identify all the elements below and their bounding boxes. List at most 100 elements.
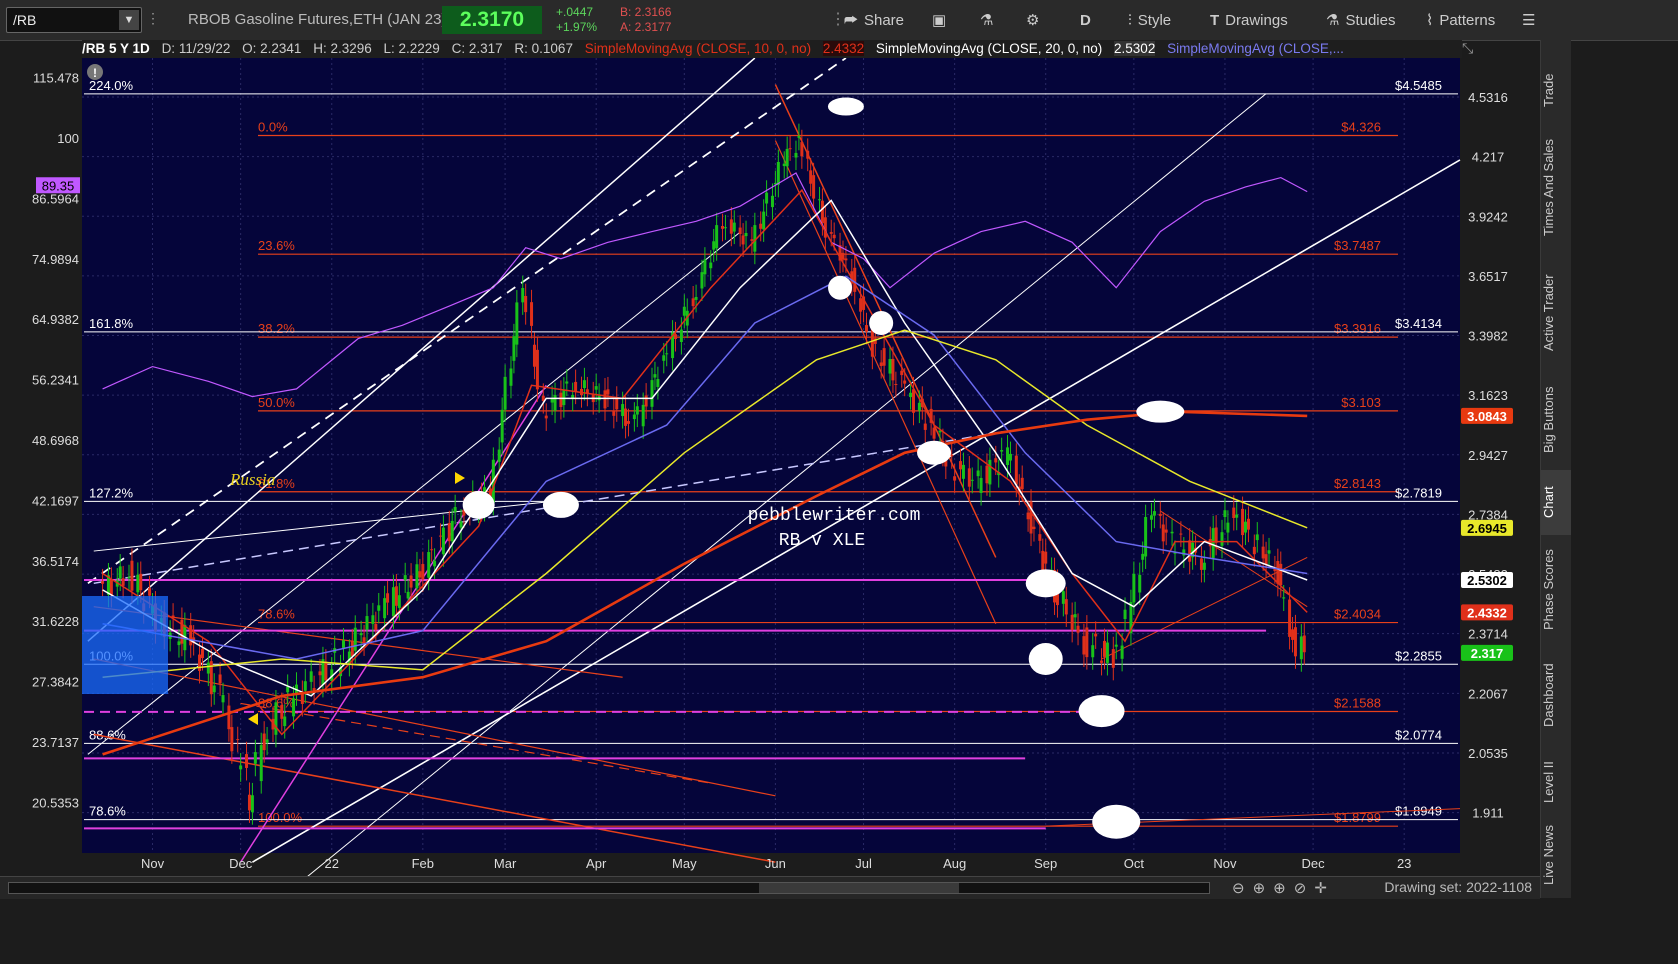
patterns-button[interactable]: ⌇ Patterns [1426,9,1495,31]
price-chart[interactable]: 0.0% $4.326 23.6% $3.7487 38.2% $3.3916 50.0% $… [0,58,1540,876]
right-tab-dashboard[interactable]: Dashboard [1541,645,1571,745]
last-price: 2.3170 [442,6,542,34]
candle-body [582,380,586,389]
menu-button[interactable]: ☰ [1522,9,1535,31]
candle-body [406,591,410,599]
candle-body [894,384,898,386]
left-axis-tick: 86.5964 [32,191,79,206]
candle-body [888,358,892,374]
candle-body [1158,513,1162,516]
right-tab-times-and-sales[interactable]: Times And Sales [1541,120,1571,255]
candle-body [259,745,263,782]
candle-body [397,595,401,608]
candle-body [1202,562,1206,570]
settings-button[interactable]: ⚙ [1026,9,1039,31]
fib-red-price: $4.326 [1341,119,1381,134]
candle-body [1073,614,1077,618]
collapse-icon[interactable]: ⤡ [1462,40,1473,57]
candle-body [864,325,868,332]
legend-high: H: 2.3296 [313,41,372,56]
candle-body [653,374,657,378]
fib-white-pct: 127.2% [89,485,134,500]
snapshot-button[interactable]: ▣ [932,9,946,31]
flask-button[interactable]: ⚗ [980,9,993,31]
candle-body [1244,521,1248,533]
candle-body [621,404,625,417]
zoom-controls[interactable]: ⊖⊕⊕⊘✛ [1232,879,1335,897]
fib-red-price: $3.7487 [1334,238,1381,253]
candle-body [682,306,686,316]
right-axis-tick: 2.3714 [1468,627,1508,642]
candle-body [1293,627,1297,657]
drawings-button[interactable]: T Drawings [1210,9,1288,31]
russia-annotation: Russia [229,470,275,489]
right-tab-level-ii[interactable]: Level II [1541,745,1571,820]
symbol-dropdown-icon[interactable]: ▼ [119,10,139,30]
candle-body [770,195,774,208]
candle-body [262,733,266,751]
patterns-icon: ⌇ [1426,12,1434,29]
fib-red-pct: 23.6% [258,238,295,253]
candle-body [1170,531,1174,534]
period-button[interactable]: D [1080,9,1091,31]
legend-sma10[interactable]: SimpleMovingAvg (CLOSE, 10, 0, no) [585,41,811,56]
share-button[interactable]: ⮫ Share [844,9,904,31]
highlight-ellipse [869,311,894,336]
candle-body [641,404,645,427]
x-tick-label: Dec [229,856,253,871]
right-tab-big-buttons[interactable]: Big Buttons [1541,370,1571,470]
candle-body [1144,517,1148,557]
right-tab-phase-scores[interactable]: Phase Scores [1541,535,1571,645]
candle-body [503,376,507,410]
right-axis-tick: 1.911 [1472,806,1504,821]
left-axis-tick: 56.2341 [32,373,79,388]
candle-body [409,575,413,588]
zoom-out-icon[interactable]: ⊖ [1232,880,1253,897]
right-axis-tick: 4.217 [1472,150,1505,165]
right-tab-chart[interactable]: Chart [1541,470,1571,535]
fib-red-price: $2.1588 [1334,696,1381,711]
crosshair-icon[interactable]: ✛ [1314,880,1335,897]
xle-tag-label: 89.35 [42,178,75,193]
candle-body [985,465,989,484]
time-scrollbar[interactable] [8,882,1210,894]
link-icon[interactable]: ⋮ [146,10,160,27]
legend-close: C: 2.317 [451,41,503,56]
candle-body [1299,636,1303,660]
candle-body [1120,645,1124,659]
candle-body [500,409,504,443]
candle-body [553,394,557,411]
candle-body [418,571,422,578]
studies-button[interactable]: ⚗ Studies [1326,9,1396,31]
candle-body [1044,551,1048,564]
fib-white-price: $4.5485 [1395,78,1442,93]
symbol-input[interactable]: /RB ▼ [6,7,142,33]
candle-body [970,479,974,481]
candle-body [1188,540,1192,562]
candle-body [1164,529,1168,533]
drawing-set[interactable]: Drawing set: 2022-1108 [1384,879,1532,895]
candle-body [130,560,134,591]
left-axis-tick: 100 [57,131,79,146]
scroll-thumb[interactable] [759,883,959,893]
fit-icon[interactable]: ⊕ [1253,880,1274,897]
candle-body [1032,526,1036,530]
reset-icon[interactable]: ⊘ [1294,880,1315,897]
highlight-ellipse [917,440,952,465]
right-tab-trade[interactable]: Trade [1541,60,1571,120]
style-button[interactable]: ⫶ Style [1128,9,1171,31]
flask-icon: ⚗ [1326,12,1340,29]
right-tab-live-news[interactable]: Live News [1541,820,1571,890]
candle-body [386,593,390,603]
candle-body [1000,450,1004,452]
legend-sma20[interactable]: SimpleMovingAvg (CLOSE, 20, 0, no) [876,41,1102,56]
candle-body [679,329,683,342]
candle-body [403,575,407,581]
right-tab-active-trader[interactable]: Active Trader [1541,255,1571,370]
legend-sma-more[interactable]: SimpleMovingAvg (CLOSE,... [1167,41,1344,56]
left-axis-tick: 31.6228 [32,614,79,629]
zoom-in-icon[interactable]: ⊕ [1273,880,1294,897]
candle-body [1111,649,1115,668]
candle-body [844,258,848,261]
candle-body [218,674,222,684]
